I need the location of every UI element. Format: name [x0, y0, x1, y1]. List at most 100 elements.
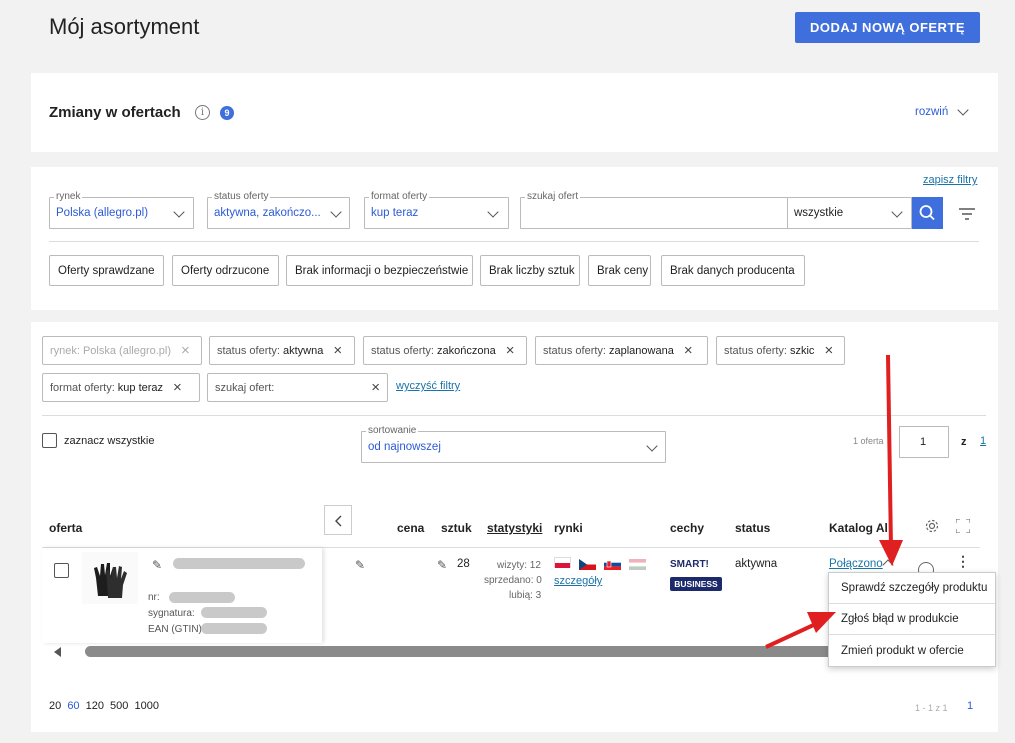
active-filter-tag[interactable]: status oferty: zakończona ×: [363, 336, 527, 365]
quick-filter-no-price[interactable]: Brak ceny: [588, 255, 651, 286]
more-options-icon[interactable]: ⋮: [956, 554, 970, 568]
search-scope-select[interactable]: wszystkie: [787, 197, 912, 229]
flag-sk-icon: [604, 557, 621, 570]
active-filter-tag[interactable]: rynek: Polska (allegro.pl) ×: [42, 336, 202, 365]
page-total-link[interactable]: 1: [980, 435, 986, 447]
table-header-catalog: Katalog Al: [829, 521, 888, 535]
active-filter-tag[interactable]: status oferty: aktywna ×: [209, 336, 355, 365]
filter-icon[interactable]: [959, 207, 975, 220]
edit-title-icon[interactable]: ✎: [152, 558, 162, 572]
sort-value: od najnowszej: [368, 441, 441, 453]
page-size-option[interactable]: 120: [86, 700, 104, 712]
ean-redacted: [201, 623, 267, 634]
active-filter-tag[interactable]: szukaj ofert: ×: [207, 373, 388, 402]
quick-filter-no-safety-info[interactable]: Brak informacji o bezpieczeństwie: [286, 255, 473, 286]
page-title: Mój asortyment: [49, 14, 200, 39]
chevron-down-icon[interactable]: [957, 104, 969, 116]
menu-item-check-product[interactable]: Sprawdź szczegóły produktu: [829, 573, 995, 604]
page-size-option-active[interactable]: 60: [67, 700, 79, 712]
close-icon[interactable]: ×: [333, 343, 342, 358]
table-header-markets: rynki: [554, 521, 583, 535]
format-value: kup teraz: [371, 207, 419, 219]
product-image[interactable]: [82, 552, 138, 604]
status-value: aktywna: [735, 558, 778, 570]
row-checkbox[interactable]: [54, 563, 69, 578]
format-select[interactable]: format oferty kup teraz: [364, 190, 509, 229]
chevron-left-icon: [335, 515, 342, 527]
table-scroll-left-button[interactable]: [324, 505, 352, 535]
add-offer-button[interactable]: DODAJ NOWĄ OFERTĘ: [795, 12, 980, 43]
page-number[interactable]: 1: [967, 700, 973, 712]
table-header-stats[interactable]: statystyki: [487, 521, 542, 535]
table-header-features: cechy: [670, 521, 705, 535]
menu-item-change-product[interactable]: Zmień produkt w ofercie: [829, 635, 995, 666]
close-icon[interactable]: ×: [173, 380, 182, 395]
flag-hu-icon: [629, 557, 646, 570]
chevron-down-icon: [487, 206, 499, 218]
chevron-down-icon: [330, 206, 342, 218]
status-select[interactable]: status oferty aktywna, zakończo...: [207, 190, 350, 229]
edit-price-icon[interactable]: ✎: [355, 558, 365, 572]
search-button[interactable]: [912, 197, 943, 229]
qty-value: 28: [457, 558, 470, 570]
market-value: Polska (allegro.pl): [56, 207, 149, 219]
close-icon[interactable]: ×: [824, 343, 833, 358]
nr-label: nr:: [148, 592, 160, 603]
business-badge: BUSINESS: [670, 577, 722, 591]
close-icon[interactable]: ×: [506, 343, 515, 358]
search-label: szukaj ofert: [525, 190, 581, 204]
table-header-status: status: [735, 521, 771, 535]
fullscreen-icon[interactable]: [955, 518, 971, 534]
quick-filter-rejected[interactable]: Oferty odrzucone: [172, 255, 279, 286]
page-of-label: z: [961, 436, 967, 448]
quick-filter-checked[interactable]: Oferty sprawdzane: [49, 255, 164, 286]
offer-count: 1 oferta: [853, 436, 884, 446]
changes-panel: Zmiany w ofertach i 9 rozwiń: [31, 73, 998, 152]
search-input[interactable]: szukaj ofert: [520, 190, 788, 229]
markets-details-link[interactable]: szczegóły: [554, 575, 602, 587]
select-all-label: zaznacz wszystkie: [64, 435, 155, 447]
page-size-option[interactable]: 1000: [134, 700, 158, 712]
catalog-connected-link[interactable]: Połączono: [829, 558, 883, 570]
scroll-left-arrow-icon[interactable]: [54, 647, 61, 657]
page-input[interactable]: 1: [899, 426, 949, 458]
page-size-option[interactable]: 20: [49, 700, 61, 712]
catalog-context-menu: Sprawdź szczegóły produktu Zgłoś błąd w …: [828, 572, 996, 667]
status-label: status oferty: [212, 190, 271, 204]
sort-select[interactable]: sortowanie od najnowszej: [361, 424, 666, 463]
expand-link[interactable]: rozwiń: [915, 106, 948, 118]
signature-redacted: [201, 607, 267, 618]
filters-panel: zapisz filtry rynek Polska (allegro.pl) …: [31, 167, 998, 310]
sort-label: sortowanie: [366, 424, 419, 438]
stats-likes: lubią: 3: [509, 590, 542, 601]
active-filter-tag[interactable]: status oferty: zaplanowana ×: [535, 336, 708, 365]
horizontal-scrollbar[interactable]: [85, 646, 845, 657]
stats-visits: wizyty: 12: [497, 560, 541, 571]
gloves-icon: [94, 563, 127, 598]
divider: [49, 241, 979, 242]
close-icon[interactable]: ×: [684, 343, 693, 358]
gear-icon[interactable]: [924, 518, 940, 534]
market-select[interactable]: rynek Polska (allegro.pl): [49, 190, 194, 229]
ean-label: EAN (GTIN): [148, 624, 202, 635]
nr-redacted: [169, 592, 235, 603]
select-all-checkbox[interactable]: [42, 433, 57, 448]
info-icon[interactable]: i: [195, 105, 210, 120]
close-icon[interactable]: ×: [181, 343, 190, 358]
chevron-down-icon: [891, 206, 903, 218]
chevron-down-icon: [173, 206, 185, 218]
menu-item-report-error[interactable]: Zgłoś błąd w produkcie: [829, 604, 995, 635]
page-size-options: 20 60 120 500 1000: [49, 700, 159, 712]
smart-badge: SMART!: [670, 559, 709, 570]
active-filter-tag[interactable]: status oferty: szkic ×: [716, 336, 845, 365]
signature-label: sygnatura:: [148, 608, 195, 619]
active-filter-tag[interactable]: format oferty: kup teraz ×: [42, 373, 200, 402]
stats-sold: sprzedano: 0: [484, 575, 542, 586]
save-filters-link[interactable]: zapisz filtry: [923, 174, 977, 186]
clear-filters-link[interactable]: wyczyść filtry: [396, 380, 460, 392]
page-size-option[interactable]: 500: [110, 700, 128, 712]
close-icon[interactable]: ×: [371, 380, 380, 395]
edit-qty-icon[interactable]: ✎: [437, 558, 447, 572]
quick-filter-no-producer[interactable]: Brak danych producenta: [661, 255, 805, 286]
quick-filter-no-quantity[interactable]: Brak liczby sztuk: [480, 255, 580, 286]
